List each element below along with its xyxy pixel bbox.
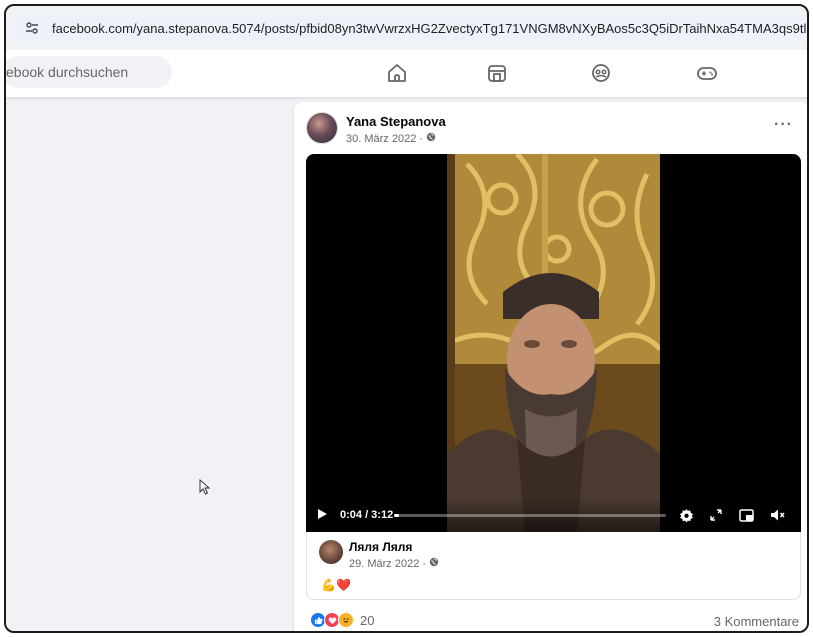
video-time: 0:04 / 3:12	[340, 509, 394, 521]
address-bar[interactable]: facebook.com/yana.stepanova.5074/posts/p…	[12, 12, 806, 44]
mute-icon[interactable]	[770, 507, 786, 523]
video-player[interactable]: 0:04 / 3:12	[306, 154, 801, 532]
shared-date[interactable]: 29. März 2022 ·	[349, 557, 439, 570]
marketplace-icon[interactable]	[484, 60, 510, 86]
reactions-summary[interactable]: 20	[310, 612, 374, 628]
shared-author-avatar[interactable]	[319, 540, 343, 564]
video-progress-fill	[394, 514, 400, 517]
haha-reaction-icon	[338, 612, 354, 628]
picture-in-picture-icon[interactable]	[738, 507, 754, 523]
play-icon[interactable]	[316, 508, 328, 523]
mouse-cursor-icon	[199, 478, 211, 500]
browser-window: facebook.com/yana.stepanova.5074/posts/p…	[4, 4, 809, 633]
video-frame	[447, 154, 660, 532]
fullscreen-icon[interactable]	[708, 507, 724, 523]
gaming-icon[interactable]	[694, 60, 720, 86]
search-input[interactable]: ebook durchsuchen	[6, 56, 172, 88]
globe-icon	[426, 132, 436, 145]
url-text[interactable]: facebook.com/yana.stepanova.5074/posts/p…	[52, 21, 806, 36]
home-icon[interactable]	[384, 60, 410, 86]
more-options-button[interactable]: ···	[774, 116, 793, 134]
post-card: Yana Stepanova 30. März 2022 · ··· 0:04 …	[294, 102, 807, 631]
post-date-text: 30. März 2022 ·	[346, 132, 424, 145]
post-date[interactable]: 30. März 2022 ·	[346, 132, 436, 145]
groups-icon[interactable]	[588, 60, 614, 86]
shared-author-name[interactable]: Ляля Ляля	[349, 540, 412, 554]
post-author[interactable]: Yana Stepanova	[346, 114, 446, 129]
settings-icon[interactable]	[678, 507, 694, 523]
shared-post: Ляля Ляля 29. März 2022 · 💪❤️	[306, 532, 801, 600]
globe-icon	[429, 557, 439, 570]
comments-count-link[interactable]: 3 Kommentare	[714, 614, 799, 629]
author-avatar[interactable]	[306, 112, 338, 144]
video-controls: 0:04 / 3:12	[306, 498, 801, 532]
facebook-top-nav: ebook durchsuchen	[6, 50, 807, 98]
shared-date-text: 29. März 2022 ·	[349, 557, 427, 570]
site-settings-icon[interactable]	[24, 20, 40, 36]
reaction-count[interactable]: 20	[360, 613, 374, 628]
video-progress-bar[interactable]	[394, 514, 666, 517]
shared-post-text: 💪❤️	[321, 578, 351, 592]
